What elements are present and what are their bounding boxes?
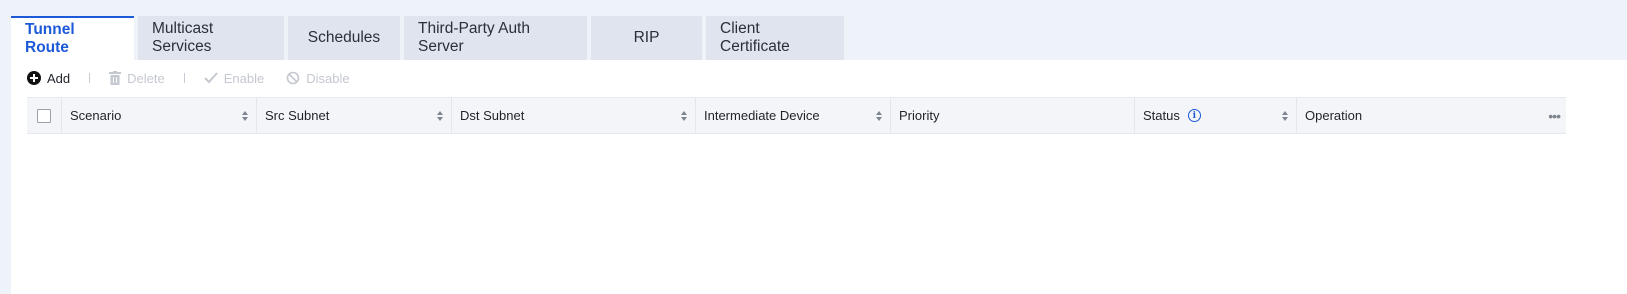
content-panel xyxy=(11,60,1627,294)
plus-circle-icon xyxy=(27,71,41,85)
column-label: Src Subnet xyxy=(265,108,330,123)
check-icon xyxy=(204,72,218,84)
routes-table-header: Scenario Src Subnet Dst Subnet Intermedi… xyxy=(27,97,1566,134)
delete-button[interactable]: Delete xyxy=(109,71,165,86)
sort-icon[interactable] xyxy=(437,110,443,121)
sort-icon[interactable] xyxy=(681,110,687,121)
more-horizontal-icon[interactable]: ••• xyxy=(1548,108,1561,124)
column-label: Operation xyxy=(1305,108,1363,123)
column-label: Status xyxy=(1143,108,1180,123)
tab-third-party-auth-server[interactable]: Third-Party Auth Server xyxy=(404,16,587,60)
column-header-scenario[interactable]: Scenario xyxy=(62,98,257,133)
sort-icon[interactable] xyxy=(876,110,882,121)
trash-icon xyxy=(109,71,122,85)
column-header-intermediate-device[interactable]: Intermediate Device xyxy=(696,98,891,133)
enable-button[interactable]: Enable xyxy=(204,71,264,86)
tab-multicast-services[interactable]: Multicast Services xyxy=(138,16,284,60)
toolbar-divider xyxy=(183,73,185,83)
select-all-checkbox[interactable] xyxy=(37,108,51,123)
column-label: Dst Subnet xyxy=(460,108,525,123)
column-header-priority: Priority xyxy=(891,98,1135,133)
disable-label: Disable xyxy=(306,70,350,86)
disable-button[interactable]: Disable xyxy=(286,70,350,86)
toolbar: Add Delete Enable Disable xyxy=(27,68,350,88)
tab-client-certificate[interactable]: Client Certificate xyxy=(706,16,844,60)
sort-icon[interactable] xyxy=(242,110,248,121)
column-label: Scenario xyxy=(70,108,122,123)
column-label: Intermediate Device xyxy=(704,108,820,123)
tab-bar: Tunnel Route Multicast Services Schedule… xyxy=(11,16,844,60)
tab-rip[interactable]: RIP xyxy=(591,16,702,60)
tab-schedules[interactable]: Schedules xyxy=(288,16,400,60)
enable-label: Enable xyxy=(223,70,265,86)
column-header-src-subnet[interactable]: Src Subnet xyxy=(257,98,452,133)
delete-label: Delete xyxy=(127,70,165,86)
column-label: Priority xyxy=(899,108,940,123)
column-header-dst-subnet[interactable]: Dst Subnet xyxy=(452,98,696,133)
column-header-operation: Operation ••• xyxy=(1297,98,1566,133)
add-button[interactable]: Add xyxy=(27,71,70,86)
toolbar-divider xyxy=(89,73,91,83)
info-icon[interactable]: i xyxy=(1187,109,1201,122)
column-header-status[interactable]: Status i xyxy=(1135,98,1297,133)
page-root: Tunnel Route Multicast Services Schedule… xyxy=(0,0,1627,294)
ban-icon xyxy=(286,71,300,85)
select-all-cell xyxy=(27,98,62,133)
sort-icon[interactable] xyxy=(1282,110,1288,121)
tab-tunnel-route[interactable]: Tunnel Route xyxy=(11,16,134,60)
add-label: Add xyxy=(47,70,71,86)
